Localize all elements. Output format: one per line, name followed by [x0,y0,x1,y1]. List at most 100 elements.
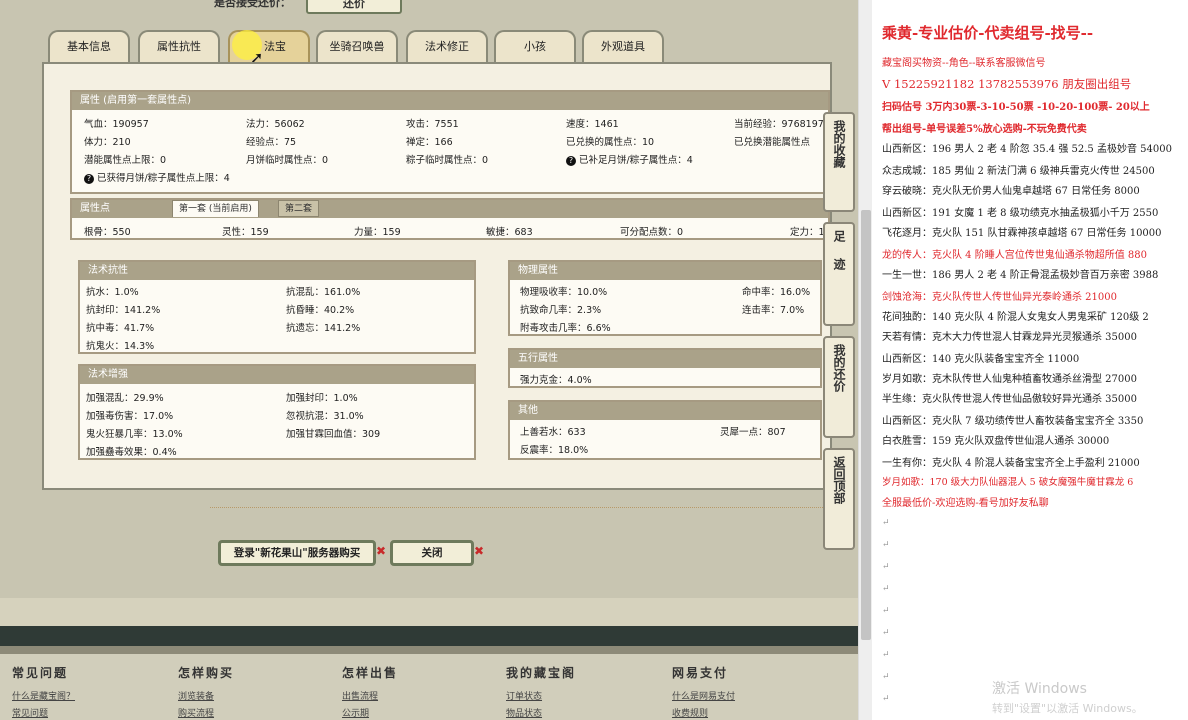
element-section: 五行属性 强力克金：4.0% [508,348,822,388]
ad-line: 帮出组号-单号误差5%放心选购-不玩免费代卖 [882,124,1087,135]
tab-second-set[interactable]: 第二套 [278,200,320,217]
stat-supplement: ? 已补足月饼/粽子属性点：4 [566,152,693,166]
paragraph-mark: ↵ [882,562,890,572]
footer-col-sell: 怎样出售 出售流程 公示期 [342,664,398,719]
ad-line: 穿云破晓：克火队无价男人仙鬼卓越塔 67 日常任务 8000 [882,186,1140,197]
points-section: 属性点 第一套 (当前启用) 第二套 根骨：550 灵性：159 力量：159 … [70,198,830,240]
element-value: 强力克金：4.0% [520,375,592,386]
resist-sleep: 抗昏睡：40.2% [286,305,355,316]
other-lingxi: 灵犀一点：807 [720,427,786,438]
boost-chaos: 加强混乱：29.9% [86,393,164,404]
footer-link[interactable]: 物品状态 [506,706,576,719]
point-endurance: 定力：1 [790,227,825,238]
paragraph-mark: ↵ [882,606,890,616]
tab-child[interactable]: 小孩 [494,30,576,62]
tab-attributes[interactable]: 属性抗性 [138,30,220,62]
stat-zen: 禅定：166 [406,137,453,148]
counter-offer-button[interactable]: 还价 [306,0,402,14]
point-spirit: 灵性：159 [222,227,269,238]
footer-col-mine: 我的藏宝阁订单状态物品状态 [506,664,576,719]
ad-line: 众志成城：185 男仙 2 新法门满 6 级神兵雷克火传世 24500 [882,166,1155,177]
footer-link[interactable]: 浏览装备 [178,689,234,702]
footer-title: 怎样购买 [178,666,235,680]
footer-col-faq: 常见问题 什么是藏宝阁？ 常见问题 [12,664,75,719]
footer-link[interactable]: 常见问题 [12,706,75,719]
resist-ghostfire: 抗鬼火：14.3% [86,341,155,352]
sidenav-my-offers-label: 我的还价 [832,344,846,392]
sidenav-favorites[interactable]: 我的收藏 [823,112,855,212]
close-x-icon: ✖ [474,544,485,558]
footer-title: 网易支付 [672,666,729,680]
ad-line: 天若有情：克木大力传世混人甘霖龙异光灵猴通杀 35000 [882,332,1137,343]
attributes-panel: 属性 (启用第一套属性点) 气血：190957 法力：56062 攻击：7551… [42,62,832,490]
sidenav-footprints-label: 足迹 [832,230,846,286]
footer-title: 常见问题 [12,666,69,680]
footer-link[interactable]: 收费规则 [672,706,735,719]
point-agility: 敏捷：683 [486,227,533,238]
help-icon[interactable]: ? [566,156,576,166]
sidenav-back-top-label: 返回顶部 [832,456,846,504]
tab-appearance[interactable]: 外观道具 [582,30,664,62]
physical-header: 物理属性 [510,262,820,280]
phys-absorb: 物理吸收率：10.0% [520,287,608,298]
sidenav-my-offers[interactable]: 我的还价 [823,336,855,438]
footer-link[interactable]: 购买流程 [178,706,234,719]
page-scrollbar[interactable] [858,0,872,720]
footer-col-buy: 怎样购买浏览装备购买流程 [178,664,234,719]
ad-line: V 15225921182 13782553976 朋友圈出组号 [882,77,1132,91]
paragraph-mark: ↵ [882,584,890,594]
footer-strip-2 [0,646,858,654]
game-page: 是否接受还价： 还价 基本信息 属性抗性 法宝 坐骑召唤兽 法术修正 小孩 外观… [0,0,858,720]
ad-line: 龙的传人：克火队 4 阶睡人宫位传世鬼仙通杀物超所值 880 [882,250,1147,261]
help-icon[interactable]: ? [84,174,94,184]
ad-line: 山西新区：140 克火队装备宝宝齐全 11000 [882,354,1080,365]
attributes-header: 属性 (启用第一套属性点) [72,92,828,110]
ad-title: 乘黄-专业估价-代卖组号-找号-- [882,24,1094,42]
windows-watermark: 激活 Windows [992,681,1087,697]
tab-mounts-pets[interactable]: 坐骑召唤兽 [316,30,398,62]
stat-exchanged-potential: 已兑换潜能属性点 [734,137,811,148]
scrollbar-thumb[interactable] [861,210,871,640]
counter-offer-bar: 是否接受还价： 还价 [0,0,858,16]
tab-first-set[interactable]: 第一套 (当前启用) [172,200,259,217]
point-strength: 力量：159 [354,227,401,238]
sidenav-footprints[interactable]: 足迹 [823,222,855,326]
paragraph-mark: ↵ [882,518,890,528]
tab-basic-info[interactable]: 基本信息 [48,30,130,62]
footer-link[interactable]: 什么是网易支付 [672,689,735,702]
ad-line: 山西新区：克火队 7 级功绩传世人畜牧装备宝宝齐全 3350 [882,416,1144,427]
footer-link[interactable]: 订单状态 [506,689,576,702]
ad-line: 剑蚀沧海：克火队传世人传世仙异光泰岭通杀 21000 [882,292,1117,303]
ad-line: 飞花逐月：克火队 151 队甘霖神孩卓越塔 67 日常任务 10000 [882,228,1162,239]
footer-link[interactable]: 公示期 [342,706,398,719]
windows-watermark-sub: 转到"设置"以激活 Windows。 [992,702,1143,715]
paragraph-mark: ↵ [882,650,890,660]
element-header: 五行属性 [510,350,820,368]
ad-line: 扫码估号 3万内30票-3-10-50票 -10-20-100票- 20以上 [882,102,1150,113]
stat-exp-points: 经验点：75 [246,137,297,148]
other-section: 其他 上善若水：633 反震率：18.0% 灵犀一点：807 [508,400,822,460]
footer-link[interactable]: 出售流程 [342,689,398,702]
footer-title: 我的藏宝阁 [506,666,577,680]
divider [210,507,825,508]
phys-hit: 命中率：16.0% [742,287,811,298]
other-water: 上善若水：633 [520,427,586,438]
ad-line: 山西新区：196 男人 2 老 4 阶忽 35.4 强 52.5 孟极妙音 54… [882,144,1172,155]
tab-spell-mod[interactable]: 法术修正 [406,30,488,62]
close-button[interactable]: 关闭 [390,540,474,566]
stat-potential-cap: 潜能属性点上限：0 [84,155,167,166]
ad-line: 一生一世：186 男人 2 老 4 阶正骨混孟极妙音百万亲密 3988 [882,270,1159,281]
footer-strip [0,626,858,646]
ad-line: 全服最低价-欢迎选购-看号加好友私聊 [882,498,1049,509]
login-buy-button[interactable]: 登录"新花果山"服务器购买 [218,540,376,566]
physical-section: 物理属性 物理吸收率：10.0% 抗致命几率：2.3% 附毒攻击几率：6.6% … [508,260,822,336]
stat-mp: 法力：56062 [246,119,305,130]
phys-crit-resist: 抗致命几率：2.3% [520,305,602,316]
boost-section: 法术增强 加强混乱：29.9% 加强毒伤害：17.0% 鬼火狂暴几率：13.0%… [78,364,476,460]
ad-line: 山西新区：191 女魔 1 老 8 级功绩克水抽孟极狐小千万 2550 [882,208,1159,219]
sidenav-back-top[interactable]: 返回顶部 [823,448,855,550]
stat-stamina: 体力：210 [84,137,131,148]
footer-link[interactable]: 什么是藏宝阁？ [12,689,75,702]
counter-offer-label: 是否接受还价： [214,0,291,9]
resist-seal: 抗封印：141.2% [86,305,161,316]
